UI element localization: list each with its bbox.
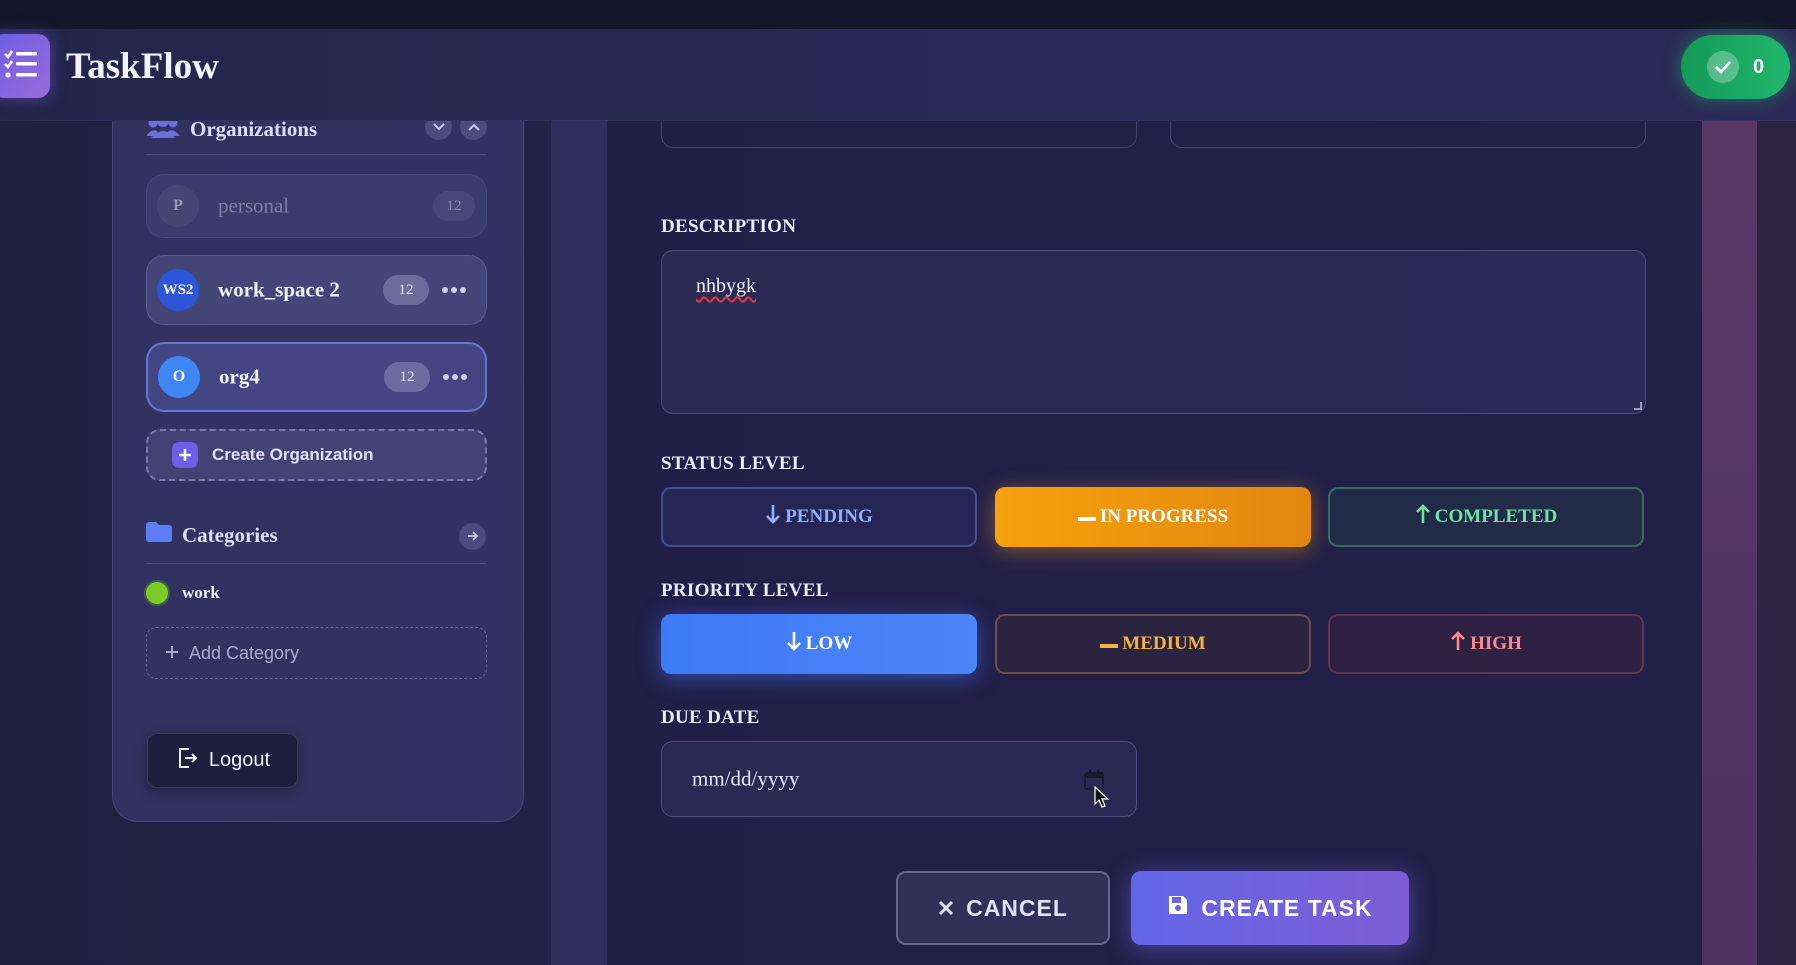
org-count-badge: 12 bbox=[384, 362, 430, 392]
logout-label: Logout bbox=[208, 749, 271, 771]
create-task-button[interactable]: CREATE TASK bbox=[1131, 871, 1409, 945]
modal-backdrop-right bbox=[1702, 121, 1757, 965]
categories-title: Categories bbox=[182, 522, 278, 547]
window-top-strip bbox=[0, 0, 1796, 29]
priority-level-label: PRIORITY LEVEL bbox=[661, 580, 829, 601]
more-options-icon[interactable] bbox=[443, 374, 467, 380]
categories-header: Categories bbox=[146, 522, 278, 548]
org-item-org4[interactable]: O org4 12 bbox=[146, 342, 487, 412]
modal-backdrop-strip bbox=[551, 121, 607, 965]
description-label: DESCRIPTION bbox=[661, 216, 797, 237]
page-edge bbox=[1757, 121, 1796, 965]
status-in-progress-label: IN PROGRESS bbox=[1099, 506, 1229, 527]
folder-icon bbox=[146, 522, 172, 548]
arrow-up-icon bbox=[1415, 504, 1431, 530]
save-icon bbox=[1167, 894, 1189, 922]
app-title: TaskFlow bbox=[66, 46, 219, 87]
arrow-up-icon bbox=[1450, 631, 1466, 657]
status-completed-label: COMPLETED bbox=[1434, 506, 1558, 527]
cancel-button[interactable]: CANCEL bbox=[896, 871, 1110, 945]
create-task-label: CREATE TASK bbox=[1201, 894, 1373, 921]
create-organization-label: Create Organization bbox=[212, 445, 374, 464]
due-date-label: DUE DATE bbox=[661, 707, 760, 728]
app-header: TaskFlow 0 bbox=[0, 29, 1796, 121]
category-color-dot bbox=[146, 582, 168, 604]
org-item-work-space-2[interactable]: WS2 work_space 2 12 bbox=[146, 255, 487, 325]
logout-icon bbox=[175, 746, 199, 776]
create-organization-button[interactable]: Create Organization bbox=[146, 429, 487, 481]
status-completed-button[interactable]: COMPLETED bbox=[1328, 487, 1644, 547]
org-name: personal bbox=[218, 193, 290, 218]
org-avatar: WS2 bbox=[157, 269, 199, 311]
category-item-work[interactable]: work bbox=[146, 582, 220, 604]
priority-low-button[interactable]: LOW bbox=[661, 614, 977, 674]
category-name: work bbox=[182, 583, 220, 602]
org-avatar: P bbox=[157, 185, 199, 227]
mouse-cursor-icon bbox=[1094, 785, 1110, 813]
due-date-placeholder: mm/dd/yyyy bbox=[692, 766, 800, 791]
status-pending-label: PENDING bbox=[785, 506, 873, 527]
priority-high-button[interactable]: HIGH bbox=[1328, 614, 1644, 674]
minus-icon bbox=[1100, 633, 1119, 655]
check-icon bbox=[1706, 51, 1739, 83]
more-options-icon[interactable] bbox=[442, 287, 466, 293]
cancel-label: CANCEL bbox=[966, 894, 1068, 921]
arrow-right-icon bbox=[467, 528, 479, 546]
org-item-personal[interactable]: P personal 12 bbox=[146, 174, 487, 238]
categories-arrow-button[interactable] bbox=[459, 523, 486, 550]
add-category-label: Add Category bbox=[189, 642, 300, 663]
plus-icon bbox=[165, 643, 179, 664]
task-list-icon bbox=[4, 49, 38, 84]
priority-high-label: HIGH bbox=[1470, 633, 1522, 654]
priority-low-label: LOW bbox=[805, 633, 853, 654]
status-pending-button[interactable]: PENDING bbox=[661, 487, 977, 547]
due-date-input[interactable]: mm/dd/yyyy bbox=[661, 741, 1137, 817]
org-name: work_space 2 bbox=[218, 277, 340, 302]
org-count-badge: 12 bbox=[433, 191, 475, 221]
close-icon bbox=[938, 895, 954, 922]
arrow-down-icon bbox=[765, 504, 781, 530]
resize-handle-icon[interactable] bbox=[1634, 402, 1642, 410]
add-category-button[interactable]: Add Category bbox=[146, 627, 487, 679]
logout-button[interactable]: Logout bbox=[147, 733, 298, 788]
org-avatar: O bbox=[158, 356, 200, 398]
org-count-badge: 12 bbox=[383, 275, 429, 305]
app-logo[interactable] bbox=[0, 34, 50, 98]
description-textarea[interactable]: nhbygk bbox=[661, 250, 1646, 414]
priority-medium-button[interactable]: MEDIUM bbox=[995, 614, 1311, 674]
completed-count: 0 bbox=[1752, 55, 1765, 78]
status-level-label: STATUS LEVEL bbox=[661, 453, 805, 474]
plus-icon bbox=[172, 442, 198, 468]
minus-icon bbox=[1077, 506, 1096, 528]
org-name: org4 bbox=[219, 364, 260, 389]
priority-medium-label: MEDIUM bbox=[1122, 633, 1206, 654]
categories-divider bbox=[146, 563, 486, 564]
completed-tasks-badge[interactable]: 0 bbox=[1681, 35, 1790, 99]
status-in-progress-button[interactable]: IN PROGRESS bbox=[995, 487, 1311, 547]
arrow-down-icon bbox=[786, 631, 802, 657]
organizations-divider bbox=[146, 154, 486, 155]
description-value: nhbygk bbox=[696, 275, 756, 297]
